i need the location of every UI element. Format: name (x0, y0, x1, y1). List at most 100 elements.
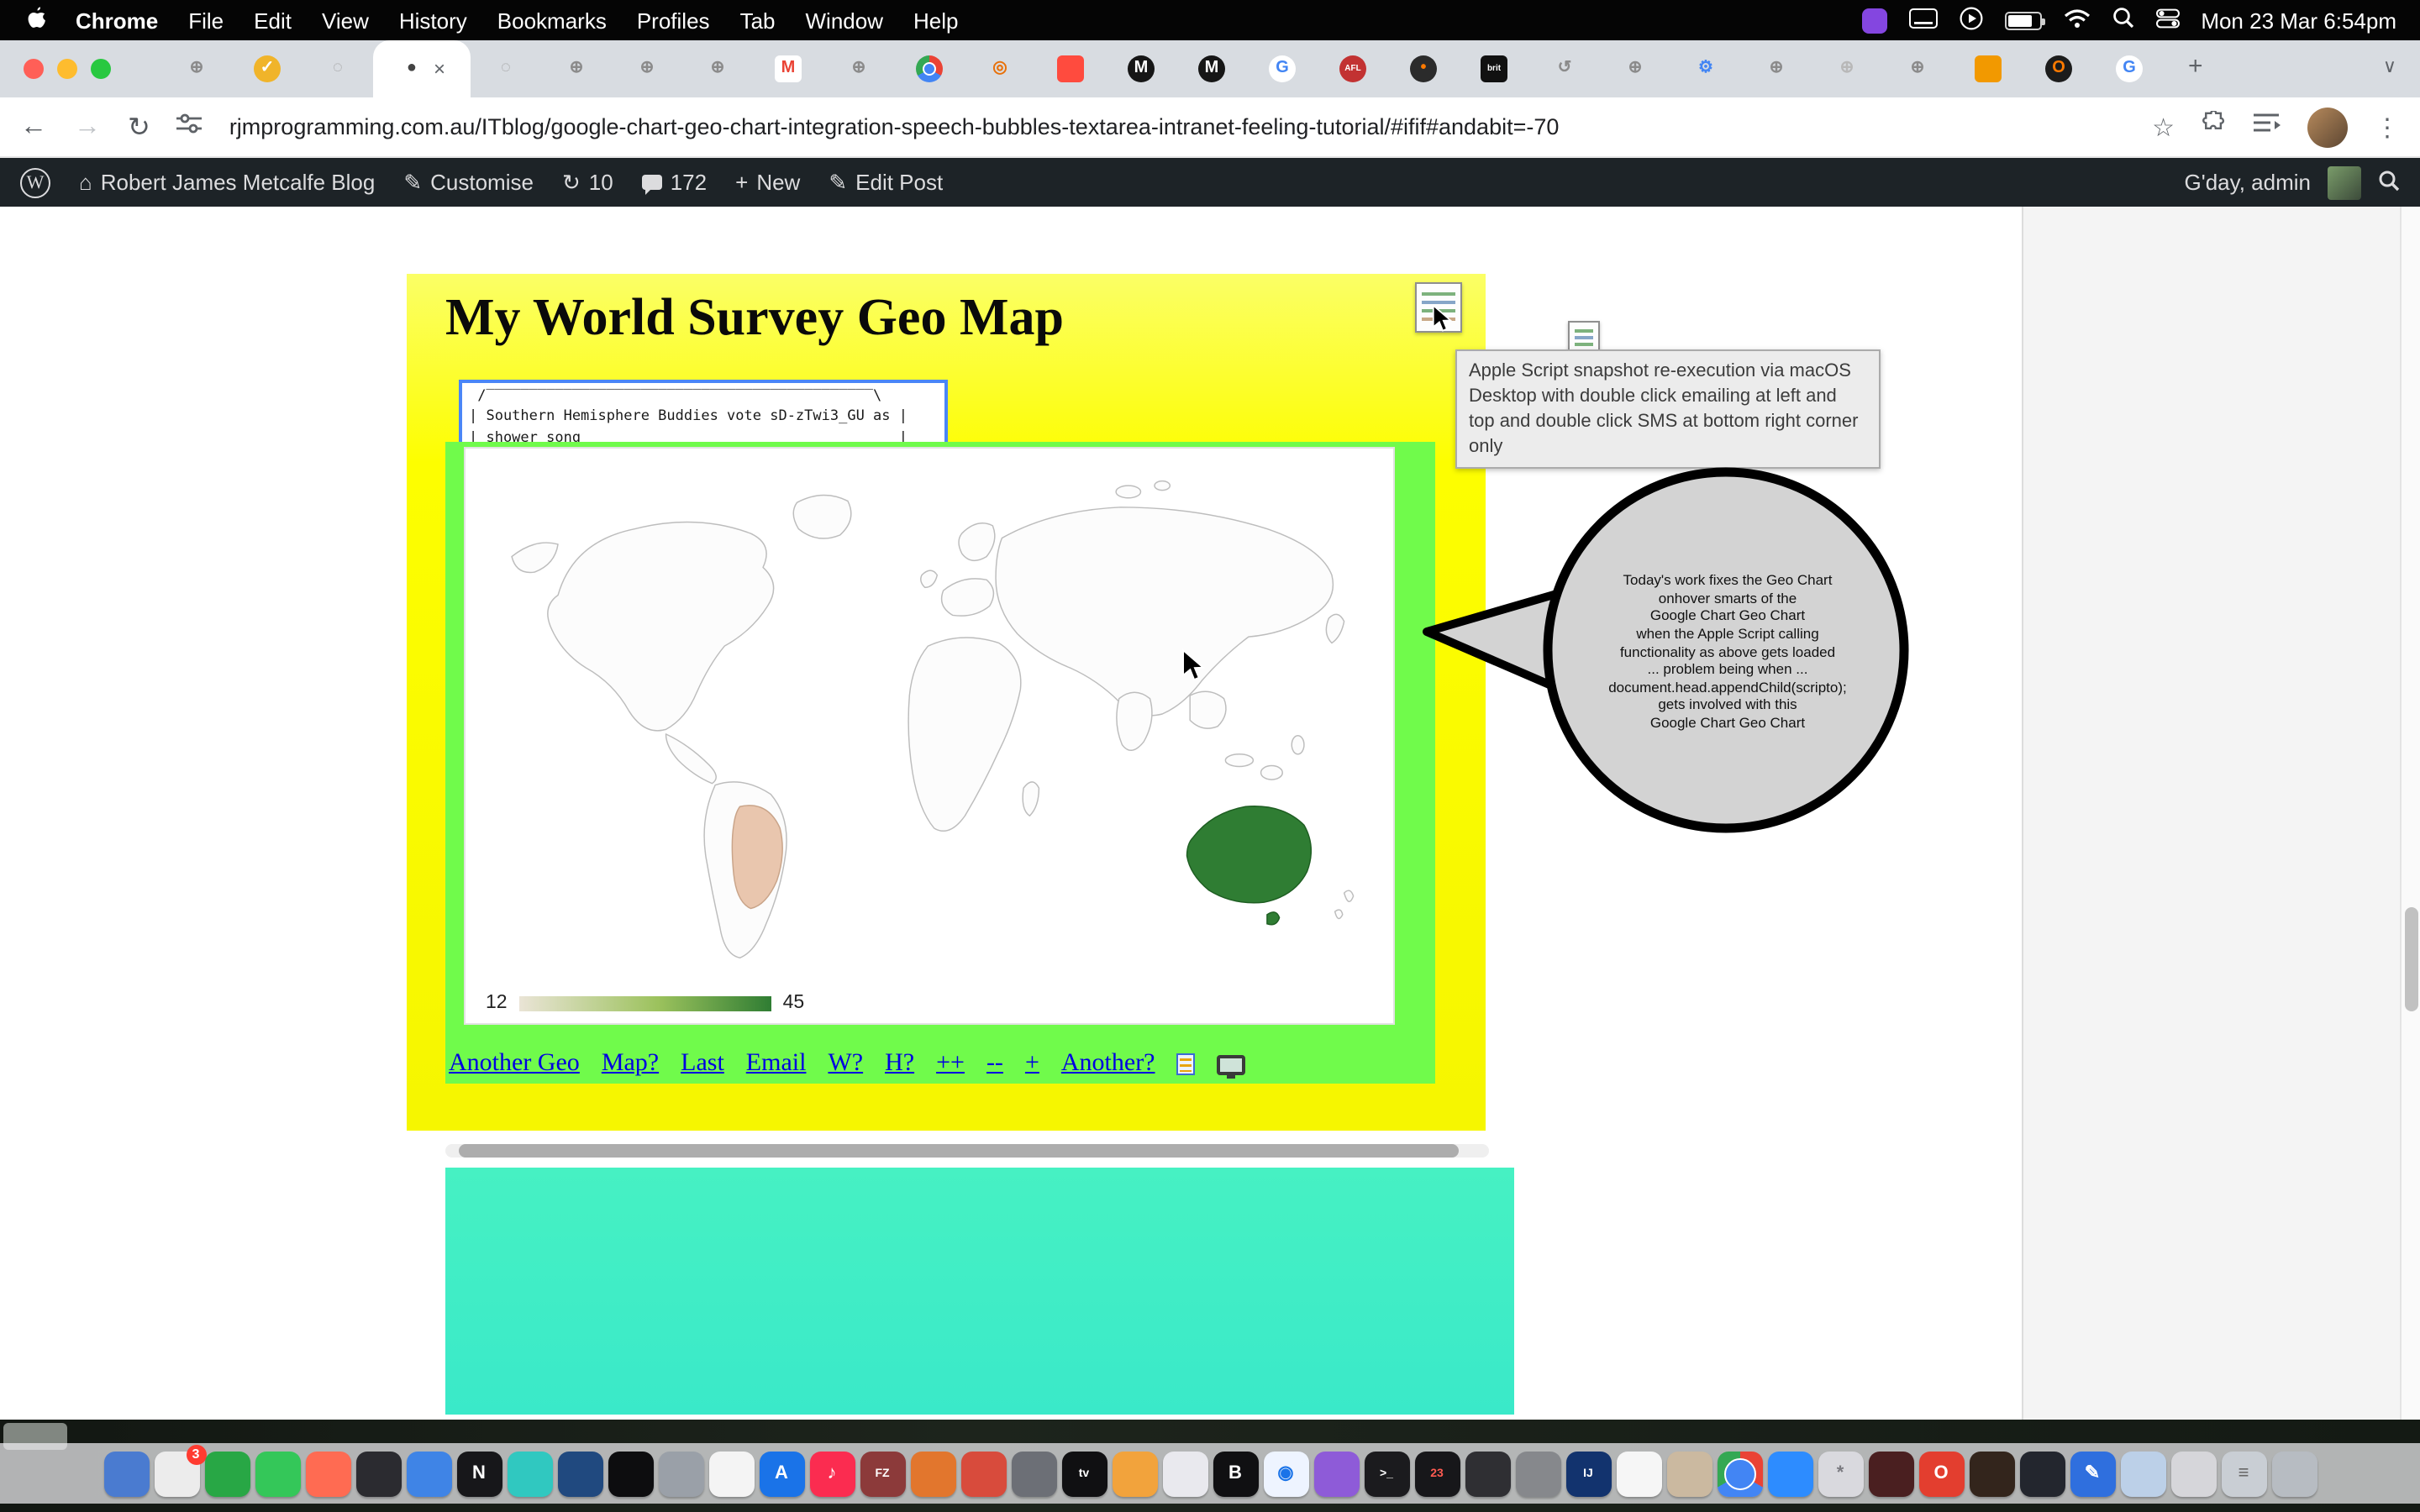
tab-history[interactable]: ↺ (1529, 40, 1600, 97)
active-tab-current[interactable]: ●× (373, 40, 471, 97)
battery-icon[interactable] (2004, 11, 2041, 29)
link-another[interactable]: Another? (1061, 1050, 1155, 1079)
dock-icon-notion[interactable]: N (456, 1451, 502, 1496)
tab-medium[interactable]: M (1176, 40, 1247, 97)
dock-icon-music[interactable]: ♪ (809, 1451, 855, 1496)
dock-icon-notes[interactable] (1616, 1451, 1661, 1496)
menu-help[interactable]: Help (913, 8, 959, 33)
menu-window[interactable]: Window (806, 8, 884, 33)
world-map[interactable] (466, 449, 1397, 979)
menu-chrome[interactable]: Chrome (76, 8, 158, 33)
tab-crosshair[interactable]: ⊕ (1600, 40, 1670, 97)
region-borneo[interactable] (1261, 766, 1283, 780)
tab-medium[interactable]: M (1106, 40, 1176, 97)
dock-icon-zoom[interactable] (1767, 1451, 1812, 1496)
horizontal-scrollbar-thumb[interactable] (459, 1144, 1459, 1158)
dock-icon-app-black[interactable] (608, 1451, 653, 1496)
region-svalbard[interactable] (1116, 486, 1140, 498)
wp-admin-avatar[interactable] (2328, 165, 2361, 199)
reload-button[interactable]: ↻ (128, 110, 150, 144)
url-text[interactable]: rjmprogramming.com.au/ITblog/google-char… (229, 114, 2125, 139)
region-arctic-island[interactable] (1155, 481, 1170, 491)
tab-crosshair[interactable]: ⊕ (541, 40, 612, 97)
speech-textarea[interactable] (459, 380, 948, 449)
computer-icon[interactable] (1218, 1054, 1246, 1074)
dock-icon-intellij[interactable]: IJ (1565, 1451, 1611, 1496)
menu-edit[interactable]: Edit (254, 8, 292, 33)
tab-loading[interactable]: ◌ (471, 40, 541, 97)
tab-check[interactable]: ✓ (232, 40, 302, 97)
tab-crosshair[interactable]: ⊕ (161, 40, 232, 97)
dock-icon-app-light[interactable] (1162, 1451, 1207, 1496)
region-uk[interactable] (921, 570, 938, 587)
dock-icon-app-red[interactable] (305, 1451, 350, 1496)
tab-close-button[interactable]: × (434, 57, 445, 81)
spotlight-search-icon[interactable] (2112, 7, 2133, 34)
list-icon[interactable] (1177, 1053, 1196, 1075)
dock-icon-app-maroon[interactable] (1868, 1451, 1913, 1496)
play-icon[interactable] (1959, 6, 1982, 34)
tab-crosshair[interactable]: ⊕ (1741, 40, 1812, 97)
dock-icon-app-store[interactable]: A (759, 1451, 804, 1496)
link-w[interactable]: W? (828, 1050, 863, 1079)
menu-history[interactable]: History (399, 8, 467, 33)
dock-icon-app-blue-2[interactable] (406, 1451, 451, 1496)
dock-icon-app-tan[interactable] (1666, 1451, 1712, 1496)
wp-search-icon[interactable] (2378, 169, 2400, 196)
region-scandinavia[interactable] (959, 523, 995, 561)
vertical-scrollbar-thumb[interactable] (2405, 907, 2418, 1011)
tab-orange-dot[interactable]: • (1388, 40, 1459, 97)
region-philippines[interactable] (1292, 736, 1304, 754)
menu-bar-clock[interactable]: Mon 23 Mar 6:54pm (2201, 8, 2396, 33)
dock-icon-app-stripes[interactable] (2170, 1451, 2216, 1496)
dock-icon-app-ink[interactable] (2019, 1451, 2065, 1496)
dock-icon-app-orange[interactable] (910, 1451, 955, 1496)
wp-customise-button[interactable]: ✎ Customise (403, 169, 534, 196)
tab-gear[interactable]: ⚙ (1670, 40, 1741, 97)
window-close-button[interactable] (24, 59, 44, 79)
dock-icon-opera[interactable]: O (1918, 1451, 1964, 1496)
dock-icon-app-green[interactable] (204, 1451, 250, 1496)
menu-bookmarks[interactable]: Bookmarks (497, 8, 607, 33)
link-h[interactable]: H? (885, 1050, 914, 1079)
region-india[interactable] (1117, 692, 1152, 750)
bookmark-star-icon[interactable]: ☆ (2152, 112, 2175, 142)
dock-icon-launchpad[interactable] (658, 1451, 703, 1496)
link-email[interactable]: Email (746, 1050, 807, 1079)
link-map[interactable]: Map? (602, 1050, 659, 1079)
dock-icon-terminal-2[interactable] (1465, 1451, 1510, 1496)
link-last[interactable]: Last (681, 1050, 724, 1079)
wordpress-logo[interactable]: W (20, 167, 50, 197)
wp-edit-post-button[interactable]: ✎ Edit Post (829, 169, 943, 196)
region-southeast-asia[interactable] (1190, 691, 1226, 728)
apple-menu-icon[interactable] (24, 5, 45, 35)
dock-icon-trash[interactable] (2271, 1451, 2317, 1496)
tab-loading[interactable]: ◌ (302, 40, 373, 97)
tab-crosshair[interactable]: ⊕ (682, 40, 753, 97)
dock-icon-textedit[interactable] (708, 1451, 754, 1496)
dock-icon-filezilla[interactable]: FZ (860, 1451, 905, 1496)
tab-afl[interactable]: AFL (1318, 40, 1388, 97)
region-africa[interactable] (908, 638, 1021, 831)
tab-brit[interactable]: brit (1459, 40, 1529, 97)
dock-icon-app-dark[interactable] (355, 1451, 401, 1496)
dock-icon-chrome[interactable] (1717, 1451, 1762, 1496)
tab-orange-app[interactable] (1953, 40, 2023, 97)
region-madagascar[interactable] (1023, 782, 1039, 816)
tab-crosshair[interactable]: ⊕ (1882, 40, 1953, 97)
tab-crosshair[interactable]: ⊕ (823, 40, 894, 97)
tab-search-chevron-icon[interactable]: ∨ (2383, 55, 2396, 77)
window-zoom-button[interactable] (91, 59, 111, 79)
menu-view[interactable]: View (322, 8, 369, 33)
dock-icon-firefox[interactable] (1969, 1451, 2014, 1496)
menu-file[interactable]: File (188, 8, 224, 33)
dock-icon-settings[interactable]: * (1818, 1451, 1863, 1496)
media-queue-icon[interactable] (2254, 112, 2281, 142)
browser-menu-kebab-icon[interactable]: ⋮ (2375, 112, 2400, 142)
dock-icon-mail[interactable]: 3 (154, 1451, 199, 1496)
region-australia[interactable] (1187, 806, 1312, 903)
region-greenland[interactable] (793, 496, 851, 538)
tab-gmail[interactable]: M (753, 40, 823, 97)
link-plus[interactable]: + (1025, 1050, 1039, 1079)
wifi-icon[interactable] (2063, 8, 2090, 33)
